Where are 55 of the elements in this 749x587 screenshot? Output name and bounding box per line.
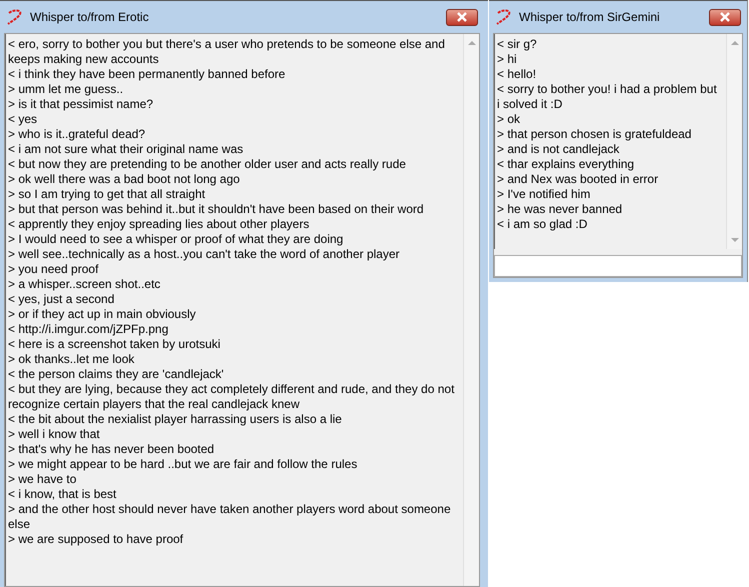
chat-message: > he was never banned [497, 202, 624, 217]
scrollbar[interactable] [726, 34, 742, 249]
chat-message: > is it that pessimist name? [8, 97, 154, 112]
chat-message: < ero, sorry to bother you but there's a user who pretends to be someone else and keeps making new accounts [8, 37, 446, 67]
window-title: Whisper to/from Erotic [30, 10, 150, 24]
chat-message: > that's why he has never been booted [8, 442, 216, 457]
chat-message: > but that person was behind it..but it shouldn't have been based on their word [8, 202, 425, 217]
chat-message: > and the other host should never have taken another players word about someone else [8, 502, 452, 532]
chat-message: > and Nex was booted in error [497, 172, 660, 187]
chat-message: > we have to [8, 472, 78, 487]
scrollbar[interactable] [463, 34, 479, 586]
chat-message: > so I am trying to get that all straight [8, 187, 206, 202]
chat-message: > you need proof [8, 262, 100, 277]
chat-message: > umm let me guess.. [8, 82, 124, 97]
chat-message: > ok well there was a bad boot not long ago [8, 172, 241, 187]
chat-message: > I've notified him [497, 187, 592, 202]
close-icon [456, 12, 468, 22]
window-title: Whisper to/from SirGemini [519, 10, 661, 24]
chat-message: > a whisper..screen shot..etc [8, 277, 162, 292]
chat-message: > we are supposed to have proof [8, 532, 184, 547]
chat-message: > hi [497, 52, 518, 67]
chat-message: < here is a screenshot taken by urotsuki [8, 337, 222, 352]
chat-message: < sorry to bother you! i had a problem but i solved it :D [497, 82, 718, 112]
chat-message: < but they are lying, because they act completely different and rude, and they do not recognize certain players that the real candlejack knew [8, 382, 456, 412]
chat-message: > well see..technically as a host..you can't take the word of another player [8, 247, 401, 262]
chat-message: < i know, that is best [8, 487, 118, 502]
chat-message: < i am so glad :D [497, 217, 588, 232]
chat-message: < i think they have been permanently banned before [8, 67, 286, 82]
chat-message: < yes, just a second [8, 292, 116, 307]
chat-message: < apprently they enjoy spreading lies about other players [8, 217, 310, 232]
message-input[interactable] [494, 255, 742, 277]
scroll-up-icon [730, 40, 738, 45]
close-button[interactable] [709, 8, 741, 26]
chat-message: < i am not sure what their original name was [8, 142, 244, 157]
close-icon [719, 12, 731, 22]
chat-message: < sir g? [497, 37, 538, 52]
chat-message: > well i know that [8, 427, 101, 442]
chat-message: < but now they are pretending to be another older user and acts really rude [8, 157, 407, 172]
chat-message: > who is it..grateful dead? [8, 127, 146, 142]
chat-message: > and is not candlejack [497, 142, 620, 157]
chat-message: > I would need to see a whisper or proof of what they are doing [8, 232, 344, 247]
chat-message: > or if they act up in main obviously [8, 307, 197, 322]
chat-message: > we might appear to be hard ..but we are fair and follow the rules [8, 457, 358, 472]
chat-message: < the bit about the nexialist player harrassing users is also a lie [8, 412, 343, 427]
chat-message: < the person claims they are 'candlejack' [8, 367, 225, 382]
chat-message: < thar explains everything [497, 157, 636, 172]
chat-message: < hello! [497, 67, 538, 82]
chat-message: > ok [497, 112, 522, 127]
chat-message: < http://i.imgur.com/jZPFp.png [8, 322, 170, 337]
close-button[interactable] [446, 8, 478, 26]
chat-message: > that person chosen is gratefuldead [497, 127, 692, 142]
scroll-down-icon [730, 238, 738, 243]
chat-message: < yes [8, 112, 38, 127]
chat-message: > ok thanks..let me look [8, 352, 136, 367]
scroll-up-icon [468, 40, 476, 45]
